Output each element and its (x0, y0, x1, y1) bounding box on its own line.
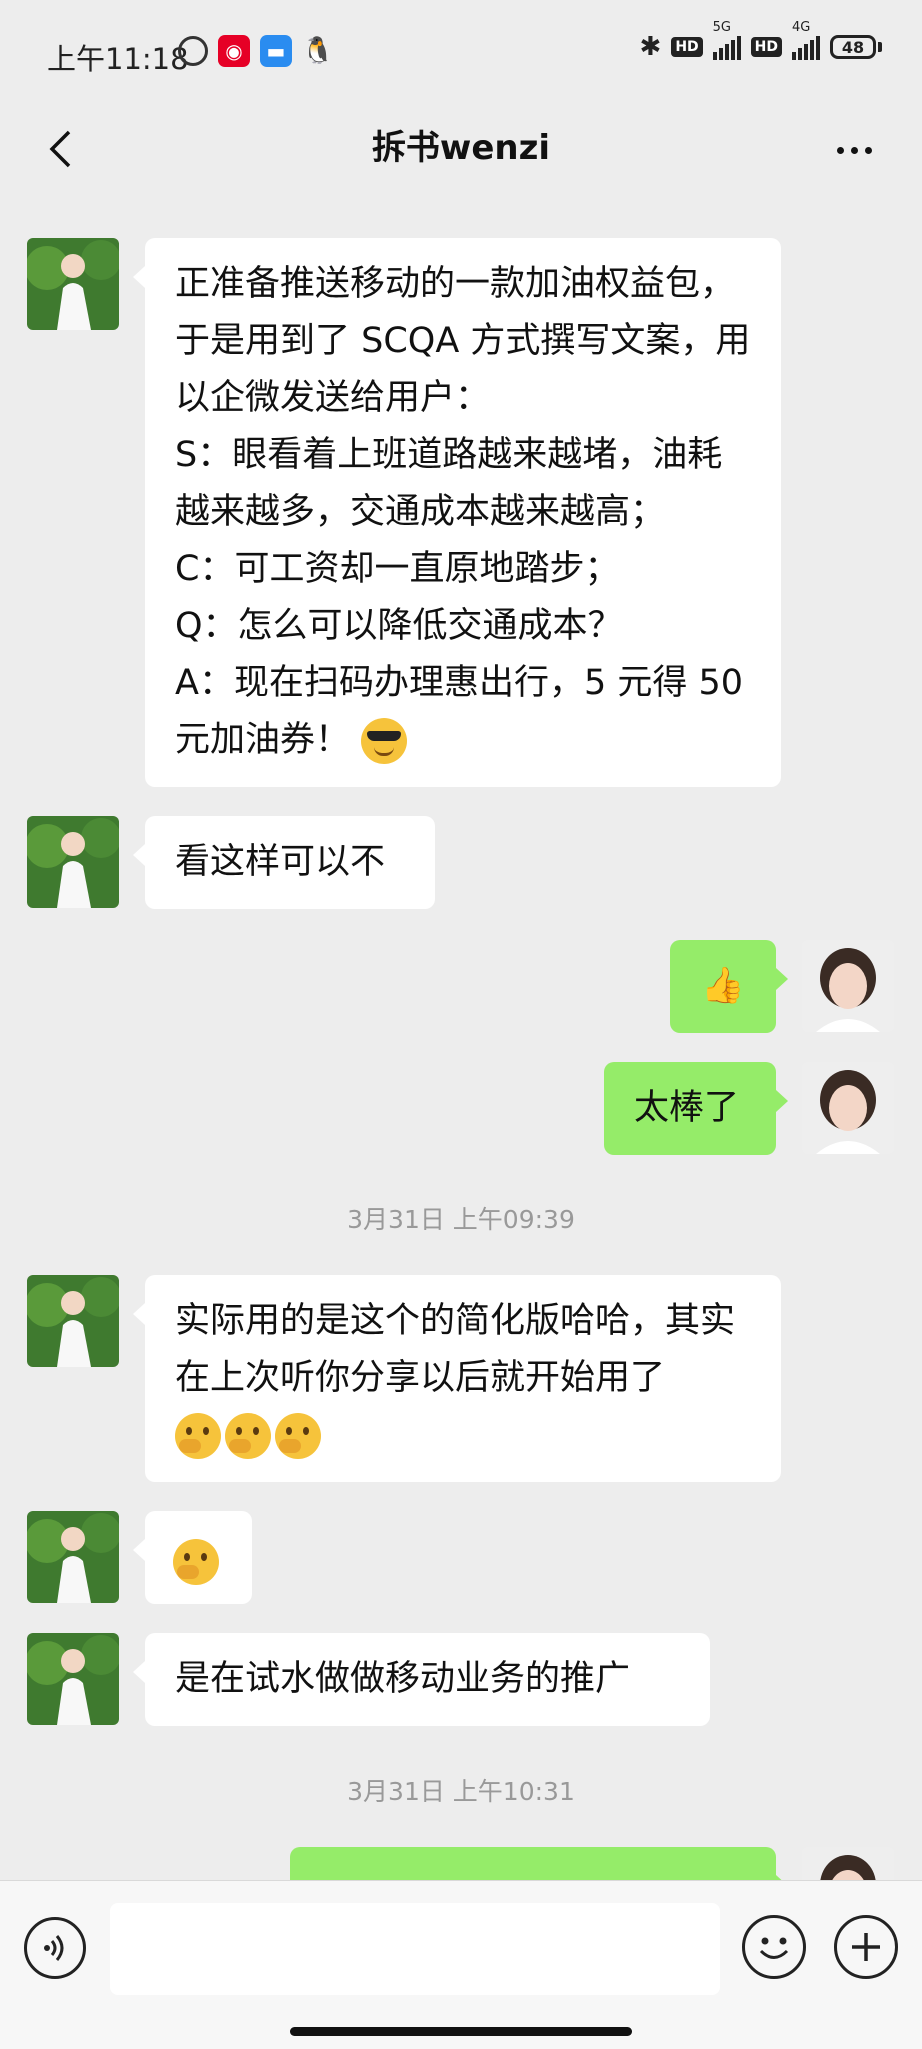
hd-badge-2: HD (750, 37, 782, 57)
signal-5g-icon: 5G (712, 20, 741, 60)
contact-avatar[interactable] (27, 1275, 119, 1367)
my-avatar[interactable] (802, 940, 894, 1032)
message-list[interactable]: 正准备推送移动的一款加油权益包，于是用到了 SCQA 方式撰写文案，用以企微发送… (0, 195, 922, 1880)
message-bubble[interactable]: 太棒了 (604, 1062, 788, 1155)
netease-music-icon: ◉ (218, 35, 250, 67)
input-bar (0, 1880, 922, 2049)
contact-avatar[interactable] (27, 1633, 119, 1725)
contact-avatar[interactable] (27, 238, 119, 330)
dot-icon (836, 146, 844, 154)
emoji-button[interactable] (742, 1915, 806, 1979)
timestamp: 3月31日 上午09:39 (347, 1205, 575, 1234)
home-indicator[interactable] (290, 2027, 632, 2036)
more-functions-button[interactable] (834, 1915, 898, 1979)
hd-badge: HD (671, 37, 703, 57)
more-options-button[interactable] (824, 125, 884, 175)
my-avatar[interactable] (802, 1062, 894, 1154)
smiley-icon (759, 1937, 789, 1959)
status-time: 上午11:18 (47, 42, 189, 76)
status-bar: 上午11:18 ◉ ▬ 🐧 ✱ HD 5G HD 4G 48 (0, 0, 922, 105)
message-input[interactable] (110, 1903, 720, 1995)
plus-icon (852, 1933, 880, 1961)
chat-title: 拆书wenzi (371, 128, 551, 168)
message-bubble[interactable]: 是在试水做做移动业务的推广 (133, 1633, 710, 1726)
chat-header: 拆书wenzi (0, 105, 922, 195)
timestamp: 3月31日 上午10:31 (347, 1777, 575, 1806)
thinking-emoji-icon (175, 1413, 221, 1459)
sunglasses-emoji-icon (361, 718, 408, 764)
message-bubble[interactable]: 看这样可以不 (133, 816, 435, 909)
voice-icon (44, 1935, 64, 1961)
alarm-icon (178, 36, 208, 66)
message-bubble[interactable]: 正准备推送移动的一款加油权益包，于是用到了 SCQA 方式撰写文案，用以企微发送… (133, 238, 781, 787)
thinking-emoji-icon (225, 1413, 271, 1459)
contact-avatar[interactable] (27, 1511, 119, 1603)
contact-avatar[interactable] (27, 816, 119, 908)
thinking-emoji-icon (275, 1413, 321, 1459)
battery-icon: 48 (830, 35, 876, 59)
message-bubble-thumbs-up[interactable]: 👍 (670, 940, 788, 1033)
bluetooth-icon: ✱ (639, 32, 662, 62)
message-app-icon: ▬ (260, 35, 292, 67)
qq-icon: 🐧 (301, 36, 335, 66)
message-bubble-partial[interactable] (290, 1847, 788, 1880)
thinking-emoji-icon (173, 1539, 219, 1585)
voice-input-button[interactable] (24, 1917, 86, 1979)
message-bubble[interactable]: 实际用的是这个的简化版哈哈，其实在上次听你分享以后就开始用了 (133, 1275, 781, 1482)
signal-4g-icon: 4G (792, 20, 820, 60)
message-bubble-emoji[interactable] (133, 1511, 252, 1604)
my-avatar[interactable] (802, 1847, 894, 1880)
